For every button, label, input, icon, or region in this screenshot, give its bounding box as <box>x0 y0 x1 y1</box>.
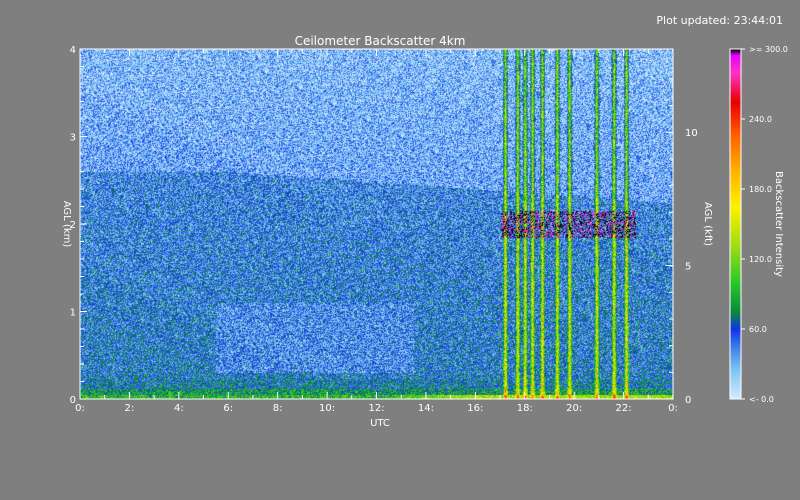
ceilometer-plot: Plot updated: 23:44:01 Ceilometer Backsc… <box>61 14 788 429</box>
y-kft-tick-label: 0 <box>685 395 691 406</box>
x-tick-label: 12: <box>368 403 384 414</box>
y-km-tick-label: 4 <box>70 45 76 56</box>
y-km-tick-label: 0 <box>70 395 76 406</box>
colorbar-tick-label: <- 0.0 <box>749 395 774 404</box>
x-tick-label: 18: <box>517 403 533 414</box>
x-tick-label: 16: <box>467 403 483 414</box>
x-tick-label: 4: <box>174 403 184 414</box>
plot-updated-timestamp: Plot updated: 23:44:01 <box>656 14 783 27</box>
colorbar-tick-label: 60.0 <box>749 325 767 334</box>
colorbar <box>730 49 741 399</box>
y-axis-left-label: AGL (km) <box>61 201 72 248</box>
x-tick-label: 22: <box>616 403 632 414</box>
x-tick-label: 2: <box>125 403 135 414</box>
x-tick-label: 14: <box>418 403 434 414</box>
x-tick-label: 0: <box>668 403 678 414</box>
x-tick-label: 8: <box>273 403 283 414</box>
backscatter-heatmap <box>80 49 673 399</box>
colorbar-tick-label: 120.0 <box>749 255 772 264</box>
y-km-tick-label: 3 <box>70 133 76 144</box>
y-axis-right-label: AGL (kft) <box>702 202 713 246</box>
colorbar-label: Backscatter Intensity <box>773 171 784 277</box>
chart-title: Ceilometer Backscatter 4km <box>295 34 466 48</box>
x-tick-label: 6: <box>223 403 233 414</box>
colorbar-tick-label: 240.0 <box>749 115 772 124</box>
colorbar-tick-label: >= 300.0 <box>749 45 788 54</box>
x-tick-label: 0: <box>75 403 85 414</box>
x-tick-label: 20: <box>566 403 582 414</box>
colorbar-tick-label: 180.0 <box>749 185 772 194</box>
y-km-tick-label: 1 <box>70 308 76 319</box>
x-axis-label: UTC <box>370 418 390 429</box>
y-kft-tick-label: 10 <box>685 128 698 139</box>
y-kft-tick-label: 5 <box>685 262 691 273</box>
x-tick-label: 10: <box>319 403 335 414</box>
